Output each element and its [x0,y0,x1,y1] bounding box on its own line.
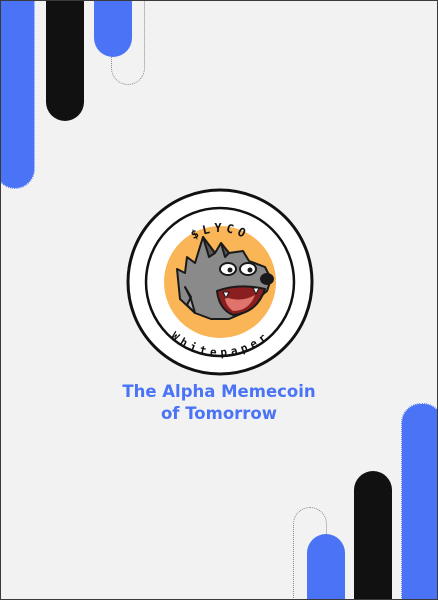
decor-black-pill-bottom-right [354,471,392,599]
decor-blue-pill-top [94,1,132,57]
page-title: The Alpha Memecoin of Tomorrow [1,381,437,425]
decor-blue-pill-bottom-right [401,403,437,599]
decor-blue-pill-top-left [1,1,35,189]
decor-black-pill-top-left [46,1,84,121]
decor-blue-pill-bottom [307,534,345,599]
title-line-1: The Alpha Memecoin [122,382,316,401]
lyco-logo: $LYCO Whitepaper [126,188,314,376]
title-line-2: of Tomorrow [160,404,278,423]
whitepaper-cover: $LYCO Whitepaper The Alpha Memecoin of T… [0,0,438,600]
